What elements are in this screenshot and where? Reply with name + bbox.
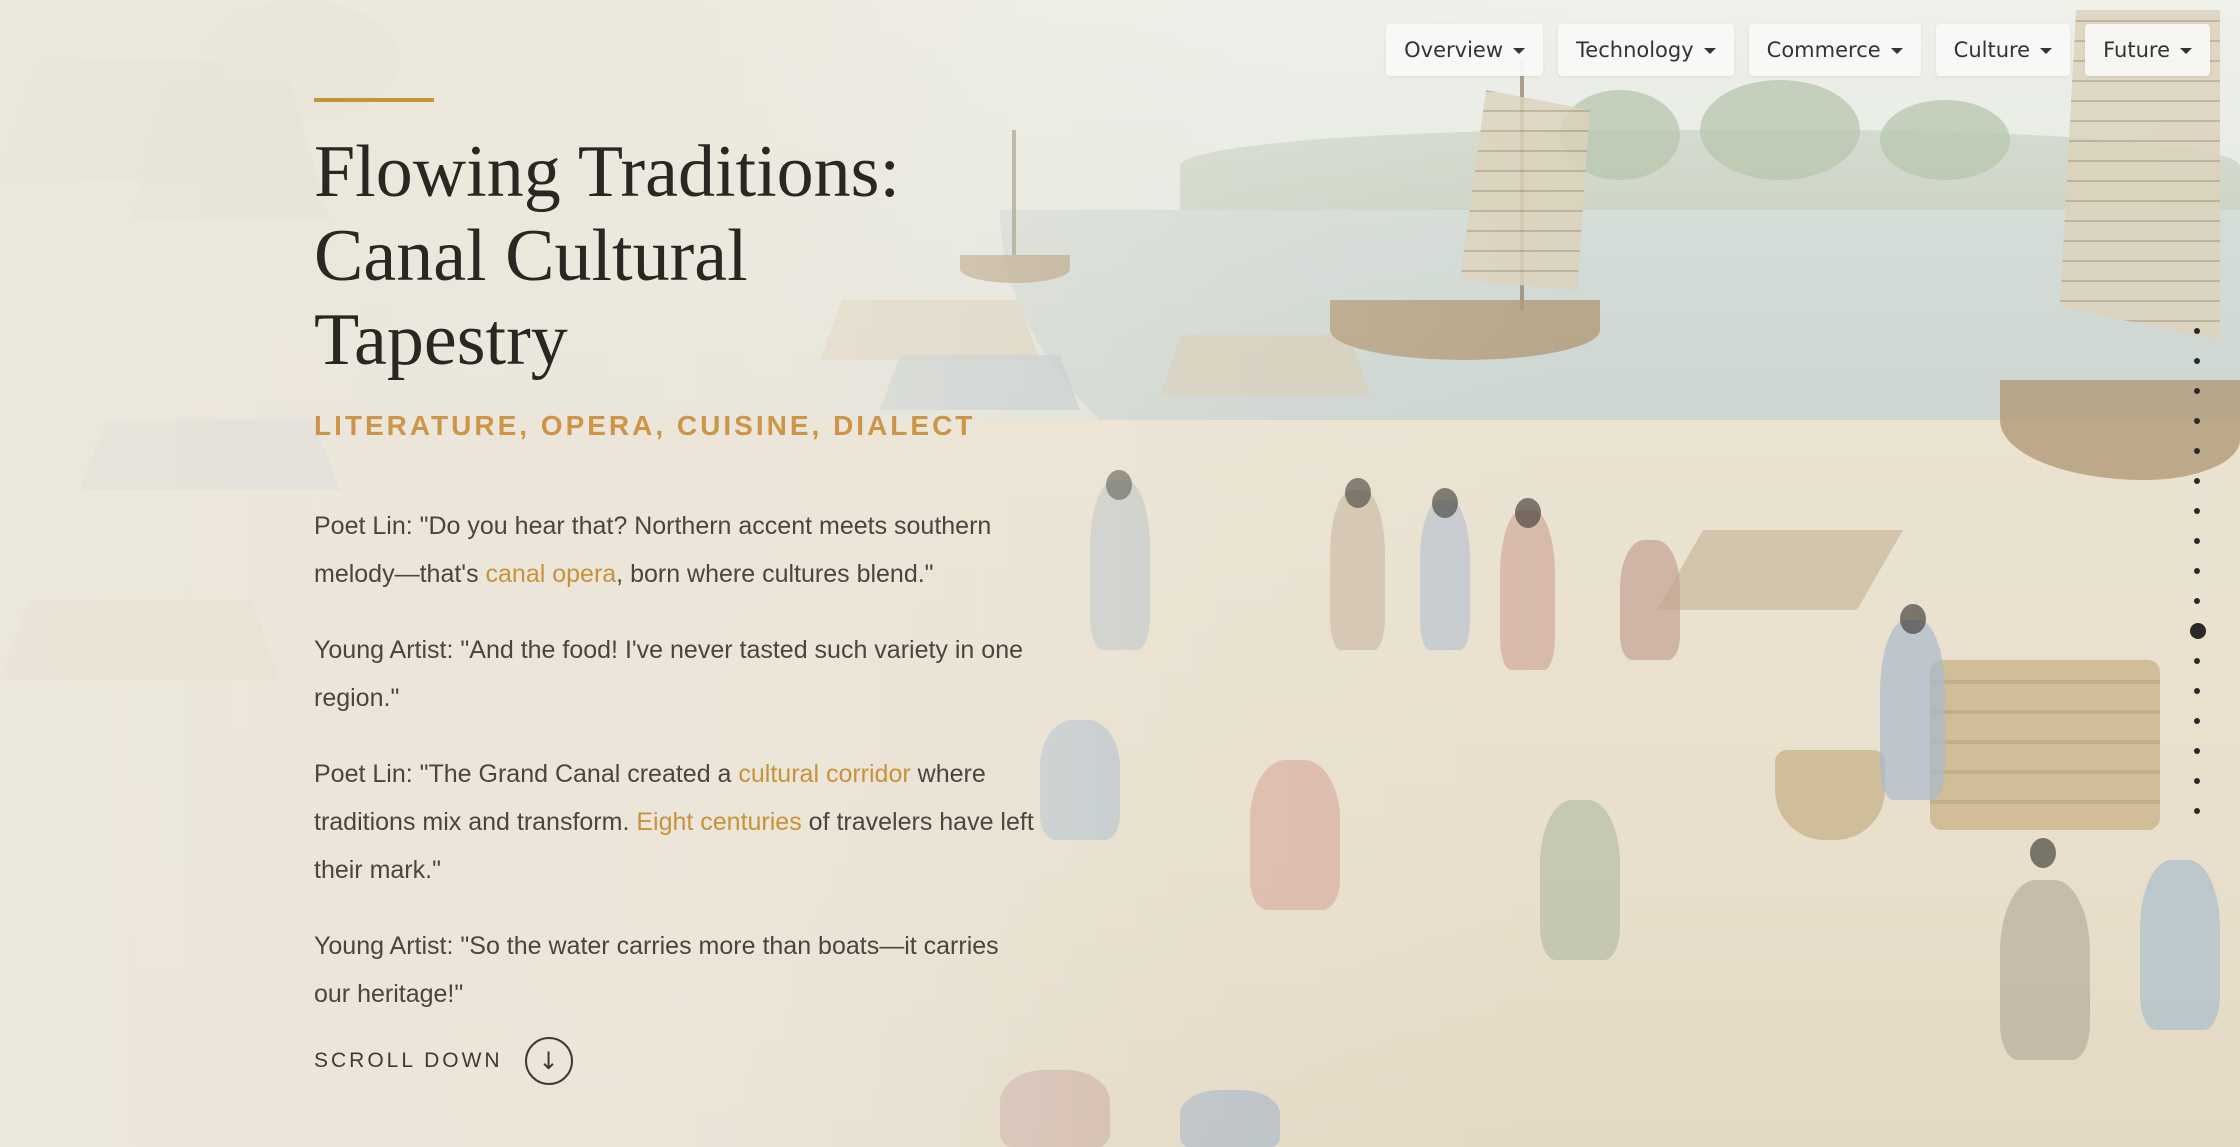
dialogue-line: Poet Lin: "The Grand Canal created a cul… (314, 750, 1034, 894)
section-dot[interactable] (2194, 568, 2200, 574)
caret-down-icon (1890, 48, 1903, 54)
page-subtitle: LITERATURE, OPERA, CUISINE, DIALECT (314, 410, 976, 441)
section-dot[interactable] (2194, 448, 2200, 454)
section-dot[interactable] (2194, 388, 2200, 394)
title-accent-line (314, 98, 434, 102)
scroll-down-control[interactable]: SCROLL DOWN ↓ (314, 1037, 573, 1085)
nav-technology-dropdown[interactable]: Technology (1558, 24, 1734, 76)
dialogue-line: Young Artist: "So the water carries more… (314, 922, 1034, 1018)
scroll-down-label[interactable]: SCROLL DOWN (314, 1049, 503, 1073)
highlighted-term: canal opera (485, 560, 617, 588)
section-dot[interactable] (2194, 658, 2200, 664)
section-dot[interactable] (2194, 418, 2200, 424)
section-dot[interactable] (2194, 478, 2200, 484)
nav-label: Culture (1953, 38, 2031, 62)
nav-label: Commerce (1766, 38, 1881, 62)
section-dot[interactable] (2194, 808, 2200, 814)
section-dot-navigation (2190, 328, 2206, 838)
nav-culture-dropdown[interactable]: Culture (1935, 24, 2071, 76)
top-navigation: Overview Technology Commerce Culture Fut… (1386, 24, 2210, 76)
section-dot[interactable] (2194, 508, 2200, 514)
nav-commerce-dropdown[interactable]: Commerce (1748, 24, 1921, 76)
arrow-down-icon[interactable]: ↓ (524, 1037, 573, 1085)
section-dot-active[interactable] (2190, 623, 2206, 639)
caret-down-icon (1513, 48, 1526, 54)
section-dot[interactable] (2194, 748, 2200, 754)
section-dot[interactable] (2194, 328, 2200, 334)
dialogue-text: Young Artist: "And the food! I've never … (314, 636, 1023, 712)
dialogue-text: , born where cultures blend." (616, 560, 934, 588)
highlighted-term: Eight centuries (636, 808, 802, 836)
nav-label: Future (2103, 38, 2170, 62)
section-dot[interactable] (2194, 598, 2200, 604)
nav-overview-dropdown[interactable]: Overview (1386, 24, 1544, 76)
section-dot[interactable] (2194, 538, 2200, 544)
dialogue-text: Poet Lin: "The Grand Canal created a (314, 760, 739, 788)
dialogue-line: Young Artist: "And the food! I've never … (314, 626, 1034, 722)
dialogue-line: Poet Lin: "Do you hear that? Northern ac… (314, 502, 1034, 598)
section-dot[interactable] (2194, 778, 2200, 784)
section-dot[interactable] (2194, 718, 2200, 724)
nav-future-dropdown[interactable]: Future (2085, 24, 2210, 76)
nav-label: Overview (1404, 38, 1504, 62)
dialogue-text: Young Artist: "So the water carries more… (314, 932, 999, 1008)
nav-label: Technology (1576, 38, 1694, 62)
section-dot[interactable] (2194, 358, 2200, 364)
caret-down-icon (2040, 48, 2053, 54)
caret-down-icon (2180, 48, 2192, 54)
highlighted-term: cultural corridor (738, 760, 911, 788)
section-dot[interactable] (2194, 688, 2200, 694)
page-title: Flowing Traditions: Canal Cultural Tapes… (314, 131, 901, 381)
dialogue-block: Poet Lin: "Do you hear that? Northern ac… (314, 502, 1034, 1046)
caret-down-icon (1703, 48, 1716, 54)
